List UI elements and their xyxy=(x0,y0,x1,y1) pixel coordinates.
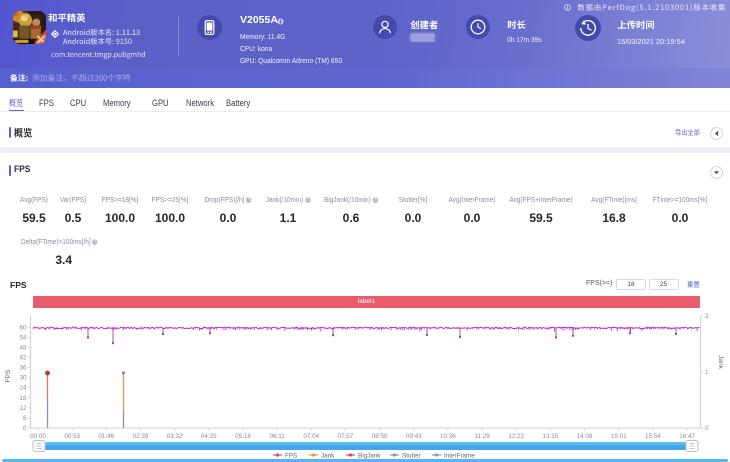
svg-text:09:43: 09:43 xyxy=(406,433,422,440)
svg-text:18: 18 xyxy=(19,395,27,402)
svg-text:60: 60 xyxy=(19,324,27,331)
svg-text:08:50: 08:50 xyxy=(372,433,388,440)
svg-text:6: 6 xyxy=(23,415,27,422)
svg-text:2: 2 xyxy=(705,313,709,320)
svg-text:54: 54 xyxy=(19,334,27,341)
svg-text:0: 0 xyxy=(23,425,27,432)
svg-text:36: 36 xyxy=(19,365,27,372)
svg-text:05:18: 05:18 xyxy=(235,433,251,440)
svg-text:16:47: 16:47 xyxy=(679,433,695,440)
svg-text:0: 0 xyxy=(705,425,709,432)
svg-text:00:53: 00:53 xyxy=(64,433,80,440)
svg-text:02:39: 02:39 xyxy=(133,433,149,440)
svg-text:24: 24 xyxy=(19,385,27,392)
svg-text:42: 42 xyxy=(19,355,27,362)
svg-text:07:57: 07:57 xyxy=(338,433,354,440)
svg-text:1: 1 xyxy=(705,369,709,376)
svg-text:48: 48 xyxy=(19,344,27,351)
svg-text:04:25: 04:25 xyxy=(201,433,217,440)
svg-text:10:36: 10:36 xyxy=(440,433,456,440)
svg-text:12:22: 12:22 xyxy=(508,433,524,440)
svg-text:11:29: 11:29 xyxy=(474,433,490,440)
svg-text:12: 12 xyxy=(19,405,27,412)
svg-text:03:32: 03:32 xyxy=(167,433,183,440)
svg-text:Jank: Jank xyxy=(717,355,724,369)
svg-text:15:54: 15:54 xyxy=(645,433,661,440)
svg-text:07:04: 07:04 xyxy=(303,433,319,440)
svg-text:30: 30 xyxy=(19,375,27,382)
svg-text:13:15: 13:15 xyxy=(543,433,559,440)
svg-text:15:01: 15:01 xyxy=(611,433,627,440)
svg-text:01:46: 01:46 xyxy=(98,433,114,440)
svg-text:FPS: FPS xyxy=(5,369,12,382)
svg-text:14:08: 14:08 xyxy=(577,433,593,440)
svg-text:00:00: 00:00 xyxy=(30,433,46,440)
svg-text:06:11: 06:11 xyxy=(269,433,285,440)
